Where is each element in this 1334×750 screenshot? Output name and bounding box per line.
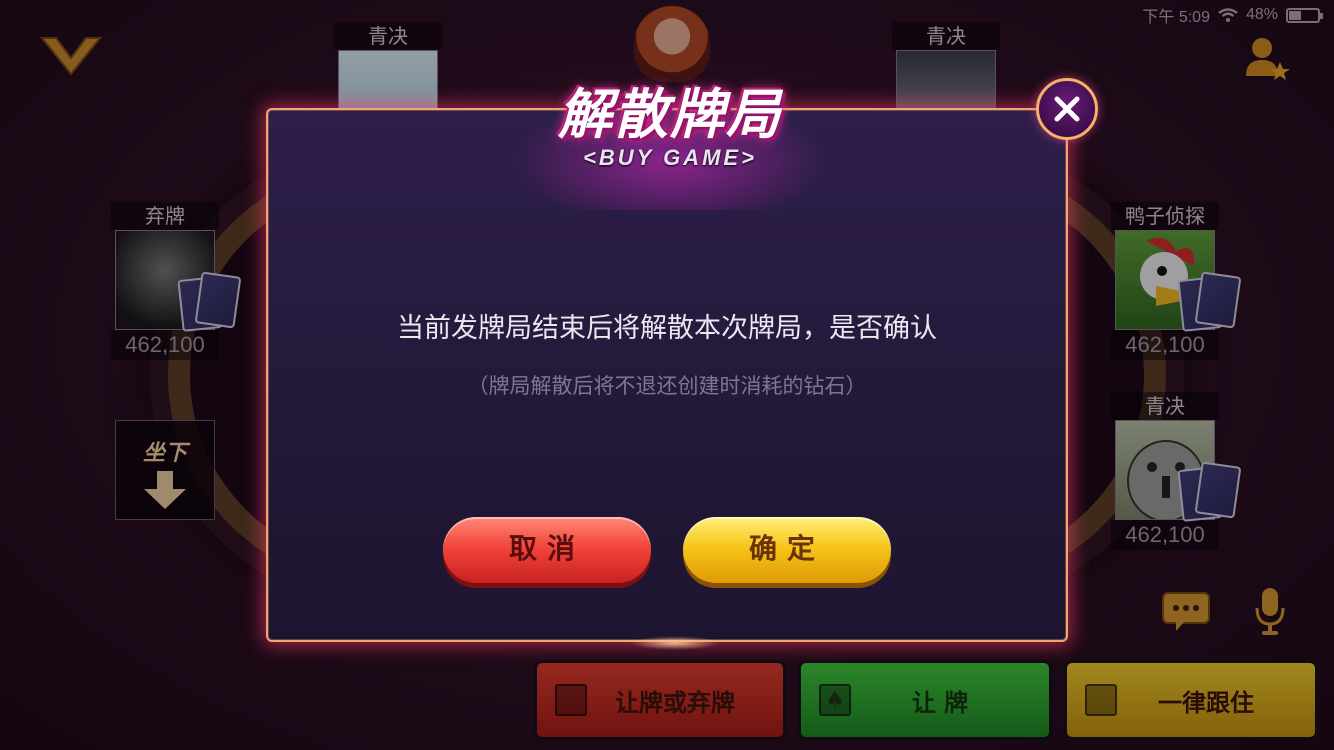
border-shine xyxy=(630,636,720,650)
close-button[interactable] xyxy=(1036,78,1098,140)
cancel-button[interactable]: 取消 xyxy=(443,517,651,583)
confirm-button[interactable]: 确定 xyxy=(683,517,891,583)
dialog-note: （牌局解散后将不退还创建时消耗的钻石） xyxy=(467,374,867,398)
dialog-title: 解散牌局 xyxy=(558,83,782,146)
close-icon xyxy=(1054,96,1080,122)
dialog-subtitle: <BUY GAME> xyxy=(583,145,757,170)
dialog-header: 解散牌局 <BUY GAME> xyxy=(500,70,840,210)
dialog-message: 当前发牌局结束后将解散本次牌局，是否确认 xyxy=(397,313,937,344)
